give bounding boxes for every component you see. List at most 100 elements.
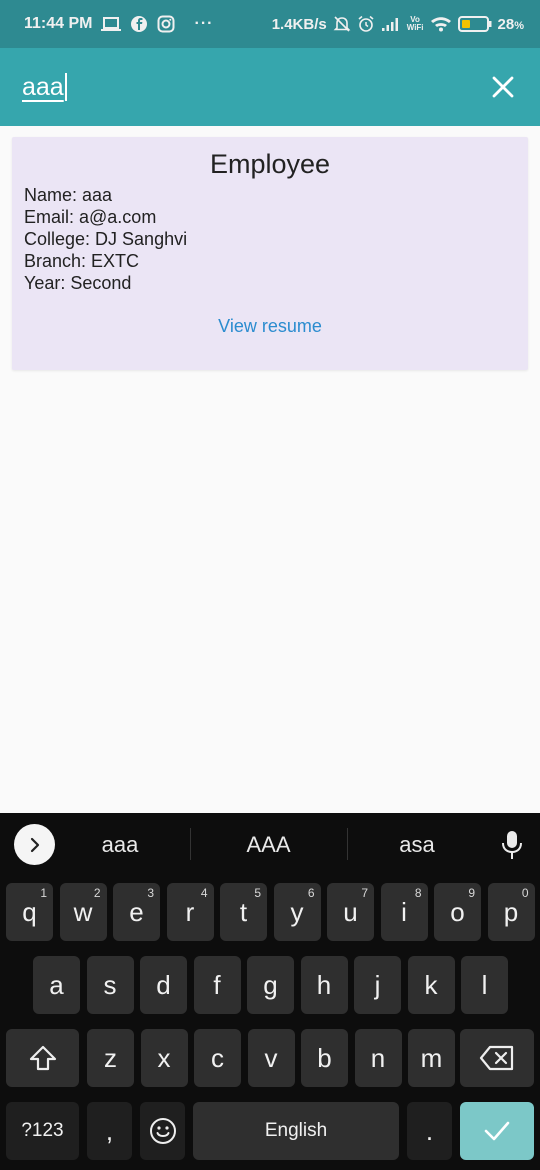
shift-icon — [29, 1045, 56, 1071]
key-label: g — [263, 969, 278, 1000]
suggestion-1[interactable]: aaa — [60, 813, 180, 877]
battery-icon — [457, 15, 492, 33]
checkmark-icon — [484, 1121, 510, 1141]
key-b[interactable]: b — [301, 1029, 348, 1087]
key-m[interactable]: m — [408, 1029, 455, 1087]
employee-year: Year: Second — [24, 273, 132, 293]
key-l[interactable]: l — [461, 956, 508, 1014]
soft-keyboard: aaa AAA asa ?123 , English . q1w2e3r4t5y… — [0, 813, 540, 1170]
battery-percent: 28% — [498, 16, 524, 33]
key-label: s — [103, 969, 117, 1000]
more-notifications-icon: ··· — [194, 15, 214, 32]
key-u[interactable]: u7 — [327, 883, 374, 941]
key-hint: 1 — [40, 886, 47, 900]
key-q[interactable]: q1 — [6, 883, 53, 941]
view-resume-button[interactable]: View resume — [12, 316, 528, 337]
status-time: 11:44 PM — [24, 15, 93, 32]
key-label: u — [343, 896, 358, 927]
key-hint: 4 — [200, 886, 208, 900]
employee-details: Name: aaa Email: a@a.com College: DJ San… — [24, 184, 187, 294]
symbols-key[interactable]: ?123 — [6, 1102, 79, 1160]
key-k[interactable]: k — [407, 956, 455, 1014]
period-key[interactable]: . — [407, 1102, 452, 1160]
mute-bell-icon — [333, 15, 351, 33]
alarm-icon — [357, 15, 375, 33]
employee-name: Name: aaa — [24, 185, 113, 205]
status-right: 1.4KB/s Vo WiFi 28% — [272, 15, 524, 33]
search-query: aaa — [22, 72, 64, 101]
key-label: j — [374, 969, 381, 1000]
laptop-icon — [101, 16, 122, 32]
key-j[interactable]: j — [354, 956, 401, 1014]
enter-key[interactable] — [460, 1102, 534, 1160]
key-label: h — [316, 969, 332, 1000]
suggestion-2[interactable]: AAA — [200, 813, 337, 877]
key-a[interactable]: a — [33, 956, 80, 1014]
key-label: d — [156, 969, 171, 1000]
close-icon — [492, 76, 514, 98]
microphone-icon — [502, 831, 522, 859]
key-c[interactable]: c — [194, 1029, 241, 1087]
key-hint: 6 — [307, 886, 315, 900]
key-x[interactable]: x — [140, 1029, 188, 1087]
key-label: r — [185, 896, 195, 927]
volte-label-bottom: WiFi — [406, 23, 424, 32]
key-label: e — [129, 896, 144, 927]
key-label: n — [370, 1042, 386, 1073]
key-label: i — [401, 896, 407, 927]
key-f[interactable]: f — [193, 956, 241, 1014]
key-h[interactable]: h — [300, 956, 348, 1014]
status-left: 11:44 PM ··· — [24, 15, 213, 33]
card-title: Employee — [209, 149, 331, 179]
key-label: p — [503, 896, 519, 927]
emoji-key[interactable] — [140, 1102, 185, 1160]
key-y[interactable]: y6 — [273, 883, 321, 941]
key-hint: 7 — [361, 886, 368, 900]
key-label: k — [424, 969, 438, 1000]
key-w[interactable]: w2 — [59, 883, 107, 941]
key-label: c — [211, 1042, 224, 1073]
status-bar: 11:44 PM ··· 1.4KB/s Vo WiFi 28% — [0, 0, 540, 48]
employee-branch: Branch: EXTC — [24, 251, 140, 271]
key-v[interactable]: v — [247, 1029, 295, 1087]
key-z[interactable]: z — [87, 1029, 134, 1087]
suggestion-3[interactable]: asa — [357, 813, 477, 877]
key-d[interactable]: d — [140, 956, 187, 1014]
key-label: v — [264, 1042, 278, 1073]
key-hint: 2 — [93, 886, 101, 900]
close-search-button[interactable] — [488, 72, 518, 102]
space-key[interactable]: English — [193, 1102, 399, 1160]
key-hint: 5 — [254, 886, 261, 900]
key-t[interactable]: t5 — [220, 883, 267, 941]
key-label: t — [239, 896, 248, 927]
search-input[interactable]: aaa — [22, 73, 67, 102]
comma-key[interactable]: , — [87, 1102, 132, 1160]
key-hint: 9 — [468, 886, 475, 900]
battery-percent-suffix: % — [514, 19, 524, 32]
key-e[interactable]: e3 — [113, 883, 160, 941]
key-g[interactable]: g — [247, 956, 294, 1014]
key-i[interactable]: i8 — [380, 883, 428, 941]
key-label: z — [104, 1042, 117, 1073]
key-label: f — [213, 969, 221, 1000]
expand-toolbar-button[interactable] — [14, 824, 55, 865]
volte-wifi-label: Vo WiFi — [407, 16, 424, 32]
network-speed: 1.4KB/s — [271, 15, 327, 33]
key-o[interactable]: o9 — [434, 883, 481, 941]
microphone-button[interactable] — [498, 829, 526, 861]
battery-percent-value: 28 — [497, 15, 515, 33]
suggestion-strip: aaa AAA asa — [0, 813, 540, 877]
signal-icon — [381, 17, 401, 31]
emoji-icon — [149, 1118, 176, 1144]
key-n[interactable]: n — [354, 1029, 402, 1087]
facebook-icon — [130, 15, 148, 33]
chevron-right-icon — [30, 837, 39, 852]
backspace-key[interactable] — [460, 1029, 534, 1087]
key-label: l — [481, 969, 488, 1000]
key-s[interactable]: s — [86, 956, 134, 1014]
shift-key[interactable] — [6, 1029, 79, 1087]
key-r[interactable]: r4 — [166, 883, 214, 941]
key-label: y — [290, 896, 304, 927]
key-label: o — [450, 896, 465, 927]
key-p[interactable]: p0 — [487, 883, 535, 941]
